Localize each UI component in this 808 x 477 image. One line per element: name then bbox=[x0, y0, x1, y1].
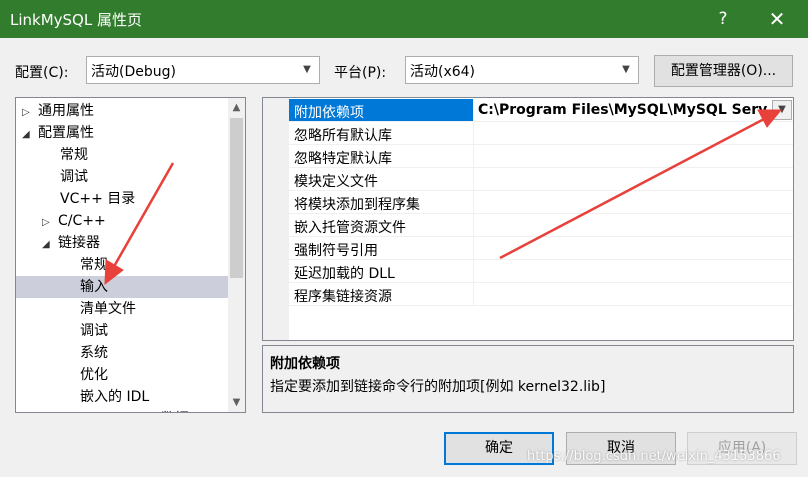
tree-item-label: 嵌入的 IDL bbox=[80, 389, 150, 405]
tree-item[interactable]: ▷ 通用属性 bbox=[22, 100, 94, 122]
config-manager-button[interactable]: 配置管理器(O)... bbox=[654, 55, 793, 87]
tree-item-label: Windows 元数据 bbox=[80, 411, 189, 412]
collapse-arrow-icon[interactable]: ◢ bbox=[42, 234, 58, 256]
tree-item-label: 常规 bbox=[80, 257, 108, 273]
chevron-down-icon[interactable]: ▼ bbox=[772, 100, 792, 120]
tree-item-label: 系统 bbox=[80, 345, 108, 361]
tree-item-label: VC++ 目录 bbox=[60, 191, 136, 207]
tree-item-label: 输入 bbox=[80, 279, 108, 295]
description-title: 附加依赖项 bbox=[270, 356, 340, 372]
description-text: 指定要添加到链接命令行的附加项[例如 kernel32.lib] bbox=[270, 379, 606, 395]
tree-scrollbar[interactable]: ▲ ▼ bbox=[228, 98, 245, 412]
chevron-down-icon: ▼ bbox=[303, 64, 311, 75]
platform-combo-value: 活动(x64) bbox=[410, 64, 476, 80]
property-row[interactable]: 嵌入托管资源文件 bbox=[289, 214, 793, 237]
scroll-up-icon[interactable]: ▲ bbox=[228, 99, 245, 116]
tree-item-label: 调试 bbox=[60, 169, 88, 185]
tree-item[interactable]: 优化 bbox=[80, 364, 108, 386]
chevron-down-icon: ▼ bbox=[622, 64, 630, 75]
config-combo[interactable]: 活动(Debug) ▼ bbox=[86, 56, 320, 84]
tree-item[interactable]: 输入 bbox=[16, 276, 228, 298]
tree-item[interactable]: 调试 bbox=[60, 166, 88, 188]
config-combo-value: 活动(Debug) bbox=[91, 64, 176, 80]
property-row[interactable]: 忽略所有默认库 bbox=[289, 122, 793, 145]
expand-arrow-icon[interactable]: ▷ bbox=[42, 212, 58, 234]
property-name: 附加依赖项 bbox=[294, 105, 364, 121]
property-row[interactable]: 模块定义文件 bbox=[289, 168, 793, 191]
tree-item-label: C/C++ bbox=[58, 213, 106, 229]
tree-item[interactable]: ◢ 配置属性 bbox=[22, 122, 94, 144]
property-name: 嵌入托管资源文件 bbox=[294, 220, 406, 236]
property-name: 将模块添加到程序集 bbox=[294, 197, 420, 213]
property-row[interactable]: 将模块添加到程序集 bbox=[289, 191, 793, 214]
tree-item[interactable]: 系统 bbox=[80, 342, 108, 364]
tree-item-label: 调试 bbox=[80, 323, 108, 339]
tree-item[interactable]: 常规 bbox=[80, 254, 108, 276]
tree-item-label: 通用属性 bbox=[38, 103, 94, 119]
property-name: 强制符号引用 bbox=[294, 243, 378, 259]
window-title: LinkMySQL 属性页 bbox=[10, 11, 142, 29]
tree-item[interactable]: Windows 元数据 bbox=[80, 408, 189, 412]
title-bar: LinkMySQL 属性页 ? ✕ bbox=[0, 0, 808, 38]
property-row[interactable]: 强制符号引用 bbox=[289, 237, 793, 260]
property-row[interactable]: 延迟加载的 DLL bbox=[289, 260, 793, 283]
property-row[interactable]: 附加依赖项 C:\Program Files\MySQL\MySQL Server… bbox=[289, 99, 793, 122]
config-label: 配置(C): bbox=[15, 65, 69, 81]
platform-combo[interactable]: 活动(x64) ▼ bbox=[405, 56, 639, 84]
property-name: 忽略特定默认库 bbox=[294, 151, 392, 167]
property-name: 模块定义文件 bbox=[294, 174, 378, 190]
tree-item-label: 配置属性 bbox=[38, 125, 94, 141]
tree-item[interactable]: 调试 bbox=[80, 320, 108, 342]
tree-item[interactable]: ◢ 链接器 bbox=[42, 232, 100, 254]
expand-arrow-icon[interactable]: ▷ bbox=[22, 102, 38, 124]
tree-item-label: 链接器 bbox=[58, 235, 100, 251]
platform-label: 平台(P): bbox=[334, 65, 387, 81]
tree-item-label: 常规 bbox=[60, 147, 88, 163]
property-name: 延迟加载的 DLL bbox=[294, 266, 395, 282]
property-tree[interactable]: ▷ 通用属性 ◢ 配置属性 常规 调试 VC++ 目录 ▷ C/C++ ◢ 链接器 常规 输入 清单文件调… bbox=[15, 97, 246, 413]
scroll-thumb[interactable] bbox=[230, 118, 243, 278]
close-button[interactable]: ✕ bbox=[754, 0, 800, 38]
watermark: https://blog.csdn.net/weixin_43153866 bbox=[527, 449, 781, 464]
tree-item[interactable]: 嵌入的 IDL bbox=[80, 386, 149, 408]
property-row[interactable]: 程序集链接资源 bbox=[289, 283, 793, 306]
property-name: 程序集链接资源 bbox=[294, 289, 392, 305]
property-grid[interactable]: 附加依赖项 C:\Program Files\MySQL\MySQL Server… bbox=[262, 97, 794, 341]
property-name: 忽略所有默认库 bbox=[294, 128, 392, 144]
tree-item-label: 清单文件 bbox=[80, 301, 136, 317]
help-button[interactable]: ? bbox=[700, 0, 746, 38]
property-row[interactable]: 忽略特定默认库 bbox=[289, 145, 793, 168]
tree-item[interactable]: VC++ 目录 bbox=[60, 188, 135, 210]
tree-item-label: 优化 bbox=[80, 367, 108, 383]
collapse-arrow-icon[interactable]: ◢ bbox=[22, 124, 38, 146]
tree-item[interactable]: 清单文件 bbox=[80, 298, 136, 320]
scroll-down-icon[interactable]: ▼ bbox=[228, 394, 245, 411]
tree-item[interactable]: ▷ C/C++ bbox=[42, 210, 106, 232]
property-value[interactable]: C:\Program Files\MySQL\MySQL Server bbox=[478, 102, 768, 118]
tree-item[interactable]: 常规 bbox=[60, 144, 88, 166]
description-panel: 附加依赖项 指定要添加到链接命令行的附加项[例如 kernel32.lib] bbox=[262, 345, 794, 413]
